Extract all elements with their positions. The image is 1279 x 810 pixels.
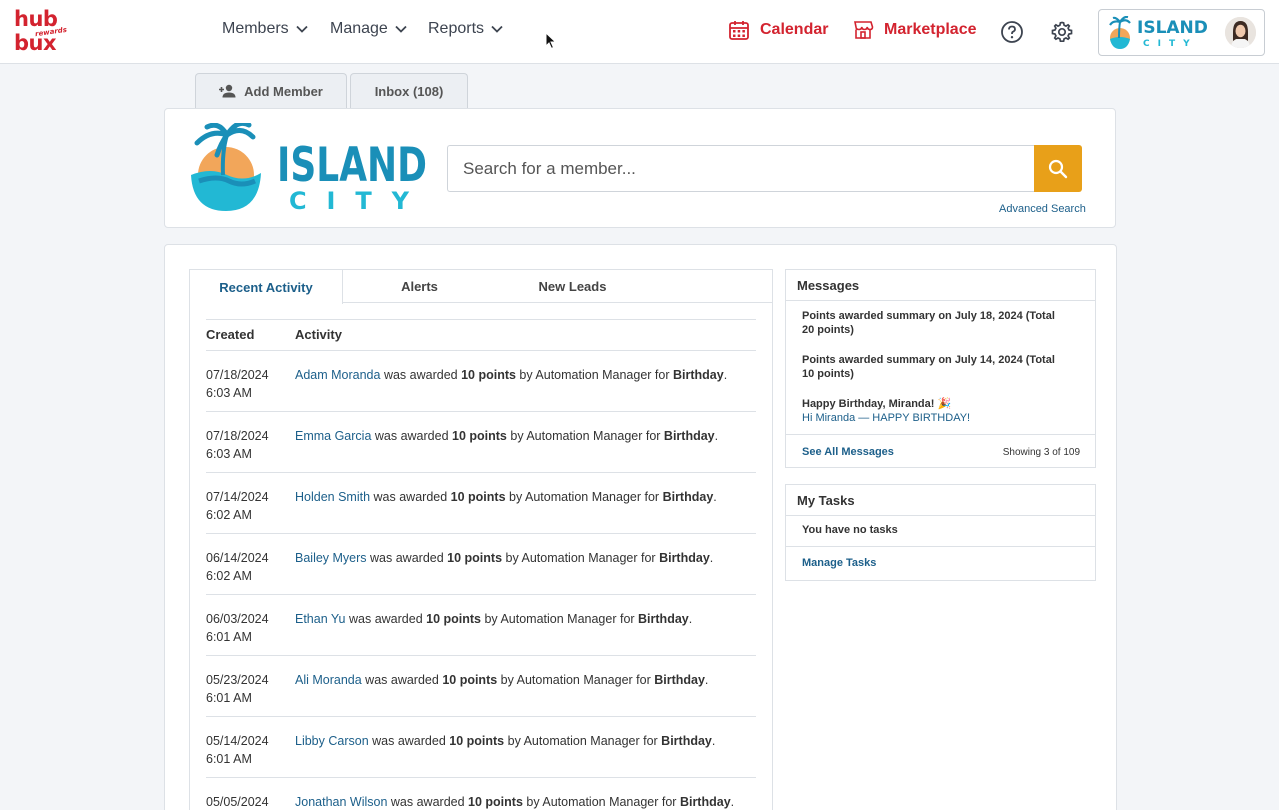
member-link[interactable]: Ethan Yu [295,612,346,626]
nav-reports[interactable]: Reports [428,20,504,38]
hubbux-logo[interactable]: hub rewards bux [14,9,67,55]
activity-text: Libby Carson was awarded 10 points by Au… [295,734,716,748]
message-item[interactable]: Points awarded summary on July 14, 2024 … [786,353,1071,381]
chevron-down-icon [395,25,407,33]
divider [206,319,756,320]
activity-text: Ali Moranda was awarded 10 points by Aut… [295,673,709,687]
see-all-messages-link[interactable]: See All Messages [802,446,894,458]
table-row: 05/14/2024 6:01 AM Libby Carson was awarde… [206,716,756,777]
gear-icon[interactable] [1050,20,1074,44]
add-person-icon [219,84,236,98]
advanced-search-link[interactable]: Advanced Search [999,203,1086,215]
divider [786,546,1095,547]
activity-text: Jonathan Wilson was awarded 10 points by… [295,795,735,809]
activity-date: 07/18/2024 6:03 AM [206,429,269,461]
activity-date: 05/14/2024 6:01 AM [206,734,269,766]
tasks-empty-text: You have no tasks [802,524,898,536]
activity-date: 07/14/2024 6:02 AM [206,490,269,522]
member-link[interactable]: Libby Carson [295,734,369,748]
search-icon [1048,159,1068,178]
storefront-icon [854,21,874,39]
table-row: 07/18/2024 6:03 AM Adam Moranda was awarde… [206,350,756,411]
svg-text:CITY: CITY [1143,39,1198,49]
table-row: 07/14/2024 6:02 AM Holden Smith was awarde… [206,472,756,533]
activity-date: 05/23/2024 6:01 AM [206,673,269,705]
member-link[interactable]: Emma Garcia [295,429,371,443]
nav-members[interactable]: Members [222,20,309,38]
column-header-activity: Activity [295,327,342,342]
marketplace-link[interactable]: Marketplace [852,19,977,41]
table-row: 07/18/2024 6:03 AM Emma Garcia was awarded… [206,411,756,472]
divider [786,434,1095,435]
activity-panel: Recent Activity Alerts New Leads Created… [189,269,773,810]
chevron-down-icon [491,25,503,33]
add-member-tab[interactable]: Add Member [195,73,347,108]
svg-text:ISLAND: ISLAND [277,138,427,193]
member-search-input[interactable] [447,145,1035,192]
help-icon[interactable] [1000,20,1024,44]
search-card: ISLAND CITY Advanced Search [164,108,1116,228]
tab-recent-activity[interactable]: Recent Activity [190,270,343,304]
table-row: 05/23/2024 6:01 AM Ali Moranda was awarded… [206,655,756,716]
mouse-cursor-icon [545,32,557,50]
member-link[interactable]: Jonathan Wilson [295,795,387,809]
member-link[interactable]: Holden Smith [295,490,370,504]
tasks-panel: My Tasks You have no tasks Manage Tasks [785,484,1096,581]
message-item[interactable]: Points awarded summary on July 18, 2024 … [786,309,1071,337]
calendar-icon [729,21,749,40]
messages-count: Showing 3 of 109 [1002,447,1080,458]
chevron-down-icon [296,25,308,33]
activity-tabs: Recent Activity Alerts New Leads [190,270,772,304]
table-row: 06/14/2024 6:02 AM Bailey Myers was awarde… [206,533,756,594]
activity-text: Emma Garcia was awarded 10 points by Aut… [295,429,719,443]
island-city-logo: ISLAND CITY [191,123,427,213]
member-link[interactable]: Adam Moranda [295,368,380,382]
calendar-link[interactable]: Calendar [728,19,828,41]
search-button[interactable] [1034,145,1082,192]
messages-panel: Messages Points awarded summary on July … [785,269,1096,468]
dashboard-card: Recent Activity Alerts New Leads Created… [164,244,1117,810]
top-header: hub rewards bux Members Manage Reports C… [0,0,1279,64]
activity-date: 07/18/2024 6:03 AM [206,368,269,400]
activity-text: Bailey Myers was awarded 10 points by Au… [295,551,714,565]
message-item[interactable]: Happy Birthday, Miranda! 🎉 Hi Miranda — … [786,397,986,425]
svg-text:ISLAND: ISLAND [1137,18,1208,38]
table-row: 06/03/2024 6:01 AM Ethan Yu was awarded 10… [206,594,756,655]
activity-date: 05/05/2024 [206,795,269,809]
tab-alerts[interactable]: Alerts [343,270,496,303]
activity-text: Adam Moranda was awarded 10 points by Au… [295,368,728,382]
column-header-created: Created [206,327,255,342]
avatar [1225,17,1256,48]
activity-date: 06/14/2024 6:02 AM [206,551,269,583]
tab-new-leads[interactable]: New Leads [496,270,649,303]
activity-text: Holden Smith was awarded 10 points by Au… [295,490,717,504]
manage-tasks-link[interactable]: Manage Tasks [802,557,876,569]
nav-manage[interactable]: Manage [330,20,408,38]
activity-text: Ethan Yu was awarded 10 points by Automa… [295,612,693,626]
tasks-title: My Tasks [786,485,1095,516]
member-link[interactable]: Bailey Myers [295,551,367,565]
inbox-tab[interactable]: Inbox (108) [350,73,468,108]
member-link[interactable]: Ali Moranda [295,673,362,687]
table-row: 05/05/2024 Jonathan Wilson was awarded 10… [206,777,756,810]
island-city-small-logo: ISLAND CITY [1109,16,1208,49]
account-switcher[interactable]: ISLAND CITY [1098,9,1265,56]
activity-date: 06/03/2024 6:01 AM [206,612,269,644]
messages-title: Messages [786,270,1095,301]
